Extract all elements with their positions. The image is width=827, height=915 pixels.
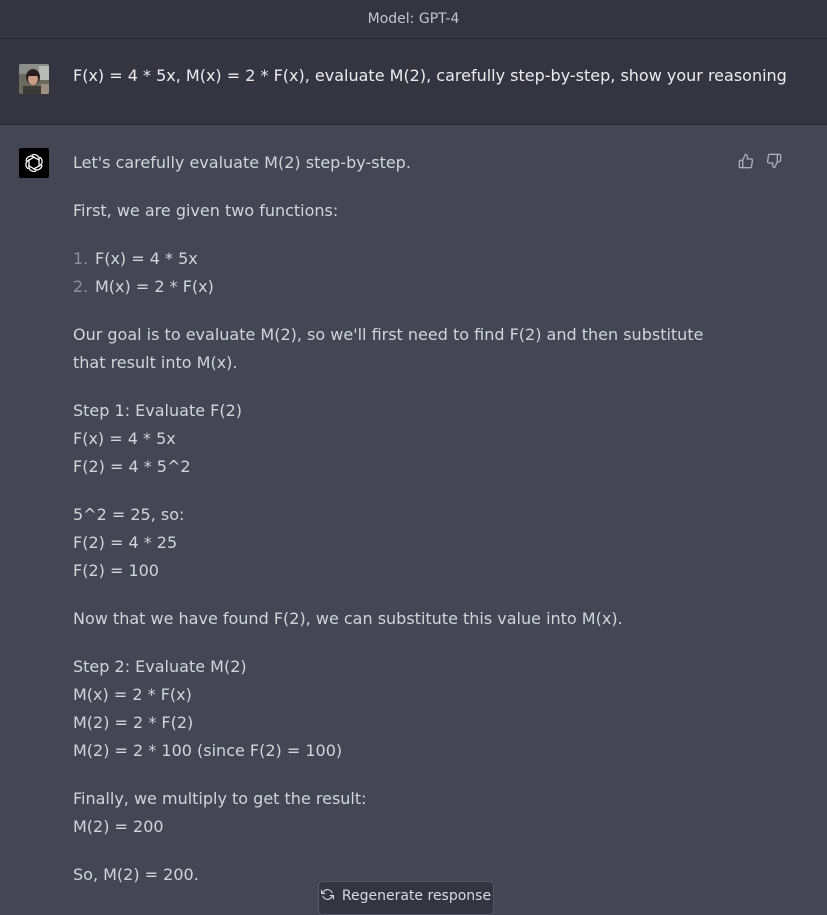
goal-paragraph: Our goal is to evaluate M(2), so we'll f… — [73, 325, 704, 372]
list-text: M(x) = 2 * F(x) — [95, 277, 214, 296]
final-line: M(2) = 200 — [73, 817, 164, 836]
thumbs-up-icon[interactable] — [737, 152, 755, 170]
transition-paragraph: Now that we have found F(2), we can subs… — [73, 609, 623, 628]
feedback-buttons — [737, 152, 783, 170]
list-number: 1. — [73, 249, 89, 268]
final-paragraph: Finally, we multiply to get the result: … — [73, 785, 713, 841]
assistant-message-row: Let's carefully evaluate M(2) step-by-st… — [0, 125, 827, 907]
functions-list: 1. F(x) = 4 * 5x 2. M(x) = 2 * F(x) — [73, 245, 713, 301]
refresh-icon — [320, 888, 334, 905]
user-avatar — [19, 64, 49, 94]
step1-line: F(x) = 4 * 5x — [73, 429, 176, 448]
thumbs-down-icon[interactable] — [765, 152, 783, 170]
intro-paragraph: Let's carefully evaluate M(2) step-by-st… — [73, 153, 411, 172]
step1-paragraph: Step 1: Evaluate F(2) F(x) = 4 * 5x F(2)… — [73, 397, 713, 481]
model-label: Model: GPT-4 — [367, 11, 460, 27]
step1-line: Step 1: Evaluate F(2) — [73, 401, 243, 420]
step2-line: M(x) = 2 * F(x) — [73, 685, 192, 704]
openai-logo-icon — [19, 148, 49, 178]
step2-line: Step 2: Evaluate M(2) — [73, 657, 247, 676]
list-item: 2. M(x) = 2 * F(x) — [73, 273, 713, 301]
step2-line: M(2) = 2 * 100 (since F(2) = 100) — [73, 741, 343, 760]
list-number: 2. — [73, 277, 89, 296]
user-message-row: F(x) = 4 * 5x, M(x) = 2 * F(x), evaluate… — [0, 39, 827, 125]
assistant-message-text: Let's carefully evaluate M(2) step-by-st… — [73, 149, 713, 909]
regenerate-button[interactable]: Regenerate response — [318, 881, 494, 915]
step2-line: M(2) = 2 * F(2) — [73, 713, 194, 732]
given-paragraph: First, we are given two functions: — [73, 201, 339, 220]
step1b-paragraph: 5^2 = 25, so: F(2) = 4 * 25 F(2) = 100 — [73, 501, 713, 585]
list-item: 1. F(x) = 4 * 5x — [73, 245, 713, 273]
step1-line: F(2) = 4 * 5^2 — [73, 457, 191, 476]
user-message-text: F(x) = 4 * 5x, M(x) = 2 * F(x), evaluate… — [73, 66, 787, 85]
model-header: Model: GPT-4 — [0, 0, 827, 39]
regenerate-label: Regenerate response — [341, 888, 492, 904]
step1b-line: 5^2 = 25, so: — [73, 505, 185, 524]
step1b-line: F(2) = 100 — [73, 561, 159, 580]
final-line: Finally, we multiply to get the result: — [73, 789, 367, 808]
list-text: F(x) = 4 * 5x — [95, 249, 198, 268]
step1b-line: F(2) = 4 * 25 — [73, 533, 178, 552]
step2-paragraph: Step 2: Evaluate M(2) M(x) = 2 * F(x) M(… — [73, 653, 713, 765]
